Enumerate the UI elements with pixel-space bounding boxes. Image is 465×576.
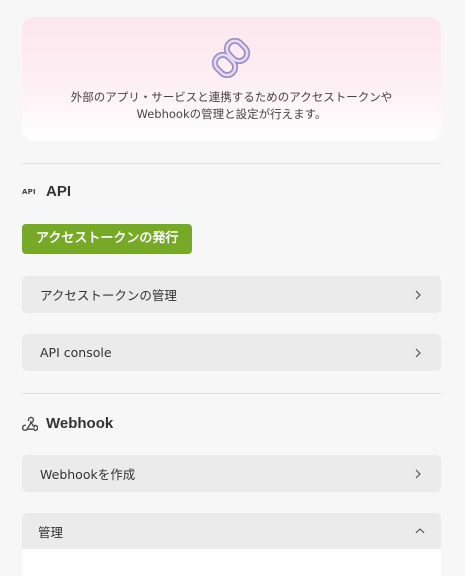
webhook-manage-accordion: 管理 bbox=[22, 513, 441, 576]
api-section-label: API bbox=[46, 183, 72, 200]
api-section-title: API API bbox=[22, 183, 71, 200]
issue-access-token-button[interactable]: アクセストークンの発行 bbox=[22, 224, 193, 254]
chevron-up-icon bbox=[415, 526, 425, 536]
webhook-section-title: Webhook bbox=[22, 415, 113, 432]
api-console-label: API console bbox=[40, 345, 112, 360]
intro-banner: 外部のアプリ・サービスと連携するためのアクセストークンや Webhookの管理と… bbox=[22, 17, 441, 141]
section-divider bbox=[22, 163, 441, 164]
intro-description-line-1: 外部のアプリ・サービスと連携するためのアクセストークンや bbox=[70, 90, 393, 104]
intro-description-line-2: Webhookの管理と設定が行えます。 bbox=[136, 107, 327, 121]
create-webhook-row[interactable]: Webhookを作成 bbox=[22, 455, 441, 492]
manage-access-tokens-row[interactable]: アクセストークンの管理 bbox=[22, 276, 441, 313]
integration-settings-page: 外部のアプリ・サービスと連携するためのアクセストークンや Webhookの管理と… bbox=[0, 0, 465, 576]
api-icon: API bbox=[22, 187, 36, 196]
link-icon bbox=[211, 38, 251, 78]
section-divider bbox=[22, 393, 441, 394]
chevron-right-icon bbox=[413, 290, 423, 300]
chevron-right-icon bbox=[413, 348, 423, 358]
api-console-row[interactable]: API console bbox=[22, 334, 441, 371]
webhook-icon bbox=[22, 416, 40, 432]
webhook-manage-header[interactable]: 管理 bbox=[22, 513, 441, 549]
webhook-manage-label: 管理 bbox=[38, 524, 64, 540]
create-webhook-label: Webhookを作成 bbox=[40, 467, 136, 482]
chevron-right-icon bbox=[413, 469, 423, 479]
intro-description: 外部のアプリ・サービスと連携するためのアクセストークンや Webhookの管理と… bbox=[42, 89, 421, 123]
manage-access-tokens-label: アクセストークンの管理 bbox=[40, 288, 177, 303]
webhook-section-label: Webhook bbox=[46, 415, 114, 432]
